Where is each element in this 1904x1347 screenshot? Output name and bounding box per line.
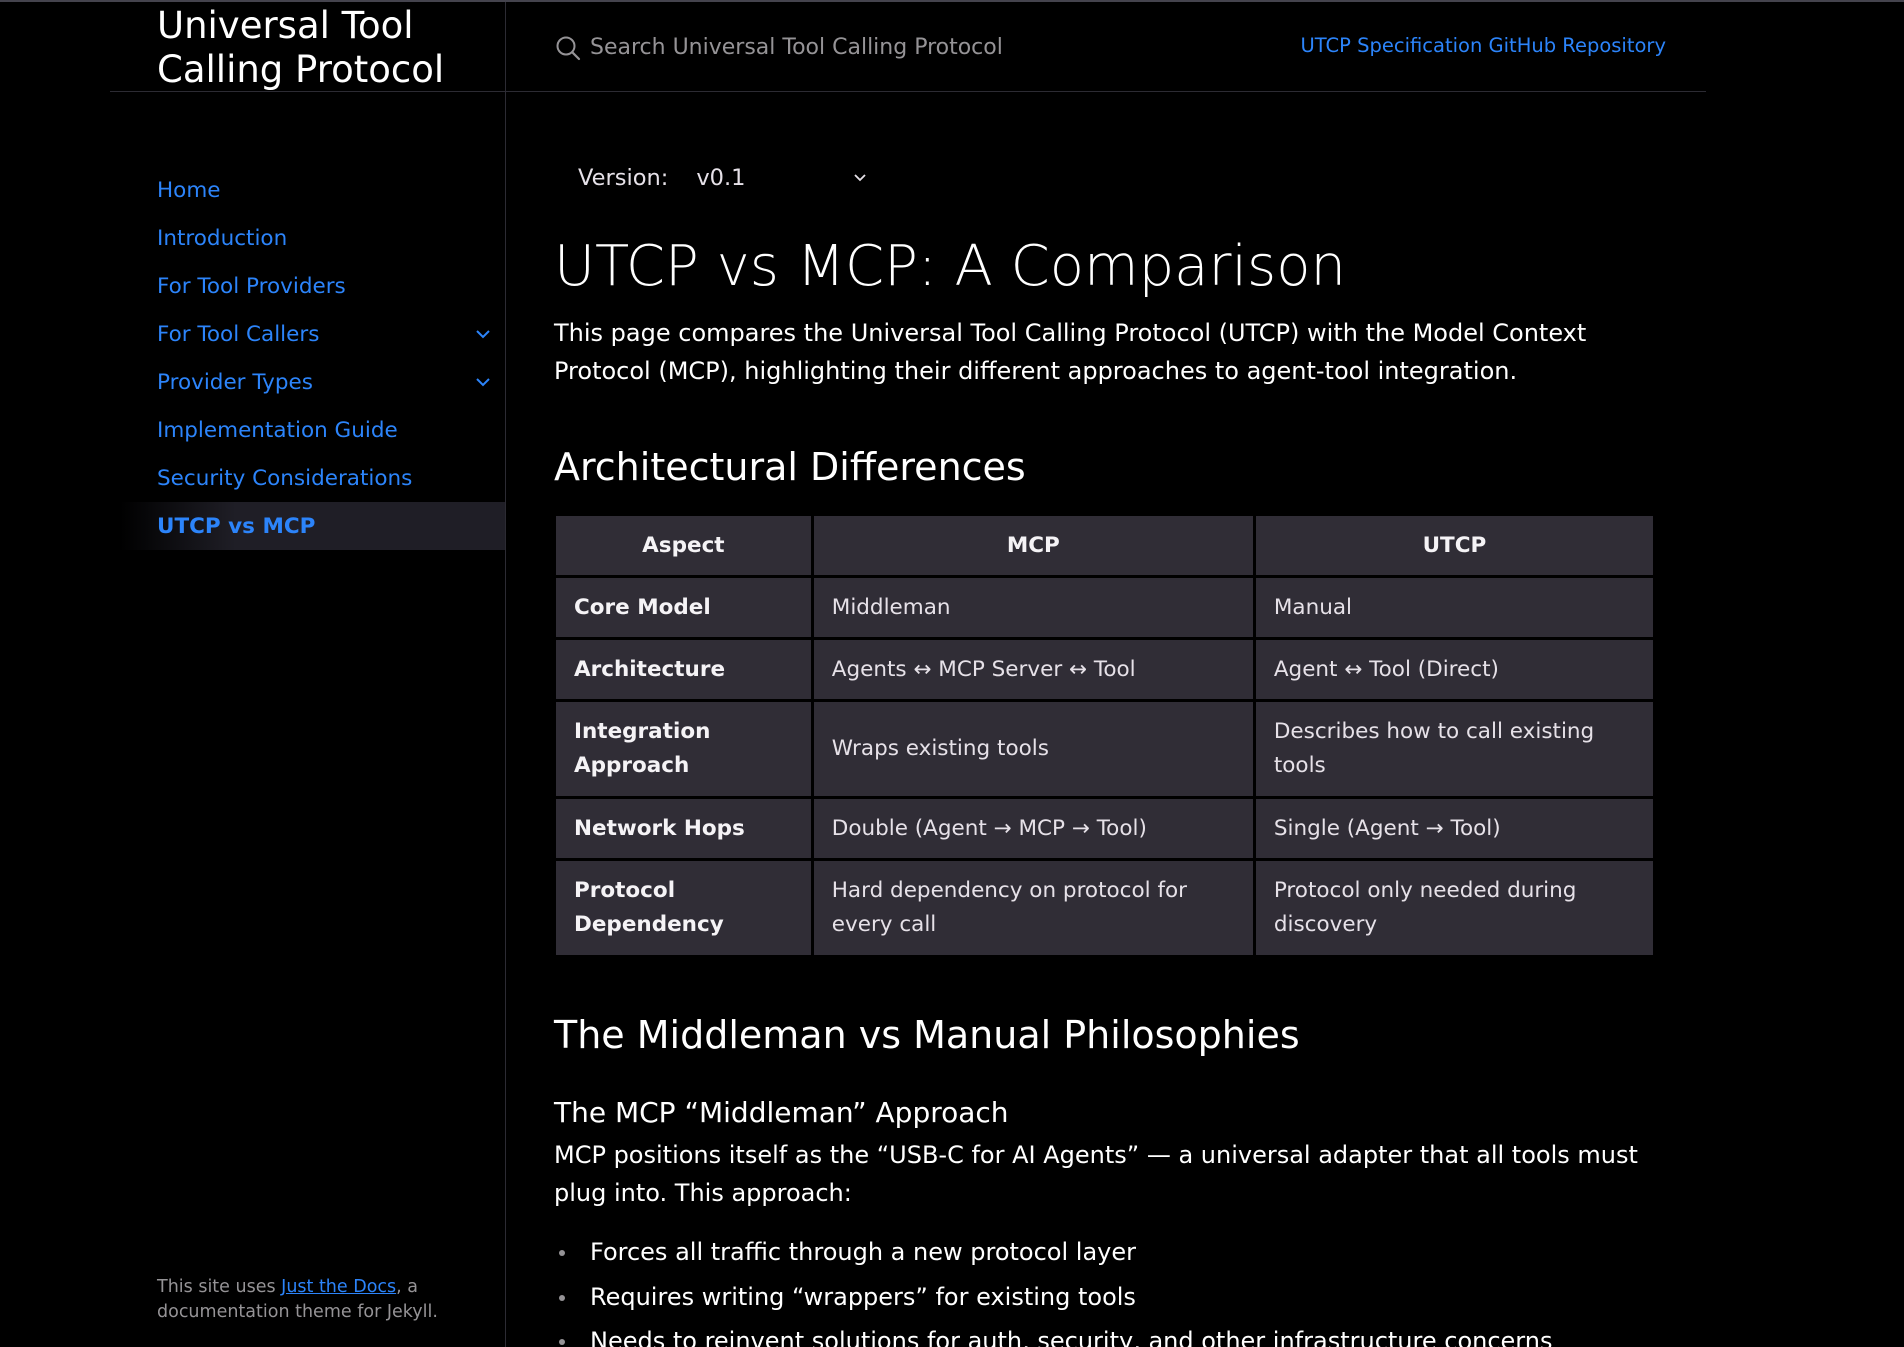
sidebar-item-implementation-guide[interactable]: Implementation Guide (120, 406, 505, 454)
version-select[interactable]: v0.1 (696, 160, 886, 196)
table-cell-utcp: Describes how to call existing tools (1255, 702, 1653, 796)
top-header: UTCP Specification GitHub Repository (506, 2, 1706, 92)
table-row: Core Model Middleman Manual (556, 578, 1653, 637)
sidebar-item-label: For Tool Providers (157, 273, 346, 299)
sidebar-item-for-tool-callers[interactable]: For Tool Callers (120, 310, 505, 358)
table-header-row: Aspect MCP UTCP (556, 516, 1653, 575)
sidebar-item-label: Home (157, 177, 221, 203)
page: Universal Tool Calling Protocol Home Int… (0, 0, 1904, 1347)
nav-list: Home Introduction For Tool Providers For… (120, 166, 505, 550)
version-selected-value: v0.1 (696, 165, 746, 191)
table-cell-mcp: Agents ↔ MCP Server ↔ Tool (813, 640, 1253, 699)
comparison-table: Aspect MCP UTCP Core Model Middleman Man… (553, 513, 1656, 958)
table-header-aspect: Aspect (556, 516, 811, 575)
just-the-docs-link[interactable]: Just the Docs (281, 1277, 396, 1297)
table-cell-aspect: Protocol Dependency (556, 861, 811, 955)
sidebar-item-label: Introduction (157, 225, 288, 251)
table-cell-utcp: Agent ↔ Tool (Direct) (1255, 640, 1653, 699)
table-cell-utcp: Single (Agent → Tool) (1255, 799, 1653, 858)
table-header-utcp: UTCP (1255, 516, 1653, 575)
table-cell-aspect: Core Model (556, 578, 811, 637)
comparison-table-wrapper: Aspect MCP UTCP Core Model Middleman Man… (556, 516, 1656, 958)
site-title-link[interactable]: Universal Tool Calling Protocol (157, 4, 505, 92)
table-cell-aspect: Network Hops (556, 799, 811, 858)
page-title: UTCP vs MCP: A Comparison (554, 234, 1346, 299)
mcp-paragraph: MCP positions itself as the “USB-C for A… (554, 1141, 1638, 1207)
table-cell-utcp: Manual (1255, 578, 1653, 637)
sidebar: Universal Tool Calling Protocol Home Int… (0, 2, 506, 1347)
version-selector: Version: v0.1 (578, 160, 886, 196)
sidebar-item-label: UTCP vs MCP (157, 513, 316, 539)
table-cell-mcp: Hard dependency on protocol for every ca… (813, 861, 1253, 955)
table-cell-mcp: Middleman (813, 578, 1253, 637)
intro-paragraph: This page compares the Universal Tool Ca… (554, 319, 1587, 385)
mcp-bullet-list: Forces all traffic through a new protoco… (554, 1230, 1654, 1347)
sidebar-item-label: Implementation Guide (157, 417, 398, 443)
search-icon (556, 36, 581, 61)
sidebar-item-label: Provider Types (157, 369, 313, 395)
search-input[interactable] (588, 27, 1188, 67)
sidebar-item-security-considerations[interactable]: Security Considerations (120, 454, 505, 502)
version-label: Version: (578, 165, 669, 191)
table-row: Integration Approach Wraps existing tool… (556, 702, 1653, 796)
footer-note: This site uses Just the Docs, a document… (157, 1275, 477, 1325)
section-heading-architectural-differences: Architectural Differences (554, 445, 1026, 489)
list-item: Needs to reinvent solutions for auth, se… (554, 1319, 1654, 1347)
sidebar-item-home[interactable]: Home (120, 166, 505, 214)
chevron-down-icon[interactable] (473, 324, 493, 344)
site-header: Universal Tool Calling Protocol (110, 2, 505, 92)
chevron-down-icon (854, 174, 866, 182)
sidebar-item-label: For Tool Callers (157, 321, 320, 347)
table-cell-aspect: Integration Approach (556, 702, 811, 796)
table-cell-aspect: Architecture (556, 640, 811, 699)
table-row: Architecture Agents ↔ MCP Server ↔ Tool … (556, 640, 1653, 699)
list-item: Forces all traffic through a new protoco… (554, 1230, 1654, 1275)
table-header-mcp: MCP (813, 516, 1253, 575)
chevron-down-icon[interactable] (473, 372, 493, 392)
sidebar-item-introduction[interactable]: Introduction (120, 214, 505, 262)
sidebar-item-for-tool-providers[interactable]: For Tool Providers (120, 262, 505, 310)
table-cell-utcp: Protocol only needed during discovery (1255, 861, 1653, 955)
sidebar-item-label: Security Considerations (157, 465, 413, 491)
table-row: Network Hops Double (Agent → MCP → Tool)… (556, 799, 1653, 858)
footer-prefix: This site uses (157, 1277, 282, 1297)
sidebar-item-utcp-vs-mcp[interactable]: UTCP vs MCP (120, 502, 505, 550)
section-heading-philosophies: The Middleman vs Manual Philosophies (554, 1013, 1300, 1057)
table-cell-mcp: Wraps existing tools (813, 702, 1253, 796)
table-row: Protocol Dependency Hard dependency on p… (556, 861, 1653, 955)
subheading-mcp-middleman: The MCP “Middleman” Approach (554, 1096, 1009, 1129)
list-item: Requires writing “wrappers” for existing… (554, 1275, 1654, 1320)
sidebar-item-provider-types[interactable]: Provider Types (120, 358, 505, 406)
github-repo-link[interactable]: UTCP Specification GitHub Repository (1301, 34, 1666, 57)
table-cell-mcp: Double (Agent → MCP → Tool) (813, 799, 1253, 858)
